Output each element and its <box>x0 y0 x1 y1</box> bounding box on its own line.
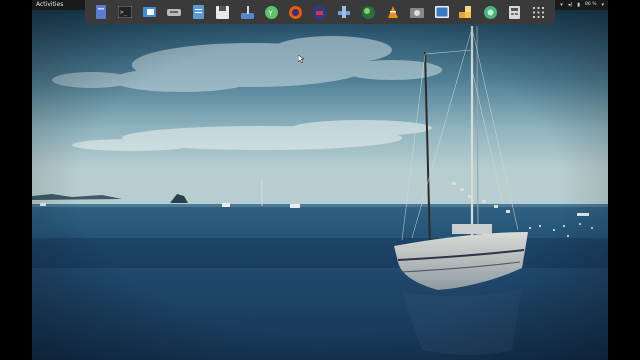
puzzle-icon[interactable] <box>458 5 473 20</box>
globe-browser-icon[interactable] <box>361 5 376 20</box>
firefox-icon[interactable] <box>288 5 303 20</box>
devices-icon[interactable] <box>167 5 182 20</box>
wifi-icon[interactable]: ▾ <box>560 0 563 10</box>
image-viewer-icon[interactable] <box>434 5 449 20</box>
app-grid-icon[interactable] <box>531 5 546 20</box>
svg-text:>_: >_ <box>120 9 128 16</box>
mouse-cursor-icon <box>298 55 304 63</box>
network-tools-icon[interactable] <box>337 5 352 20</box>
letterbox-left <box>0 0 32 360</box>
text-editor-icon[interactable] <box>142 5 157 20</box>
dock: >_ Y <box>85 0 555 24</box>
system-tray[interactable]: ▾ ◂) ▮ 86 % ▾ <box>560 0 608 10</box>
teal-app-icon[interactable] <box>483 5 498 20</box>
letterbox-right <box>608 0 640 360</box>
desktop-wallpaper[interactable] <box>32 10 608 360</box>
calculator-icon[interactable] <box>507 5 522 20</box>
vpn-shield-icon[interactable] <box>312 5 327 20</box>
volume-icon[interactable]: ◂) <box>568 0 572 10</box>
screenshot-icon[interactable] <box>410 5 425 20</box>
green-circle-app-icon[interactable]: Y <box>264 5 279 20</box>
files-blue-icon[interactable] <box>94 5 109 20</box>
svg-text:Y: Y <box>267 9 273 17</box>
activities-button[interactable]: Activities <box>32 0 63 10</box>
vlc-cone-icon[interactable] <box>385 5 400 20</box>
chevron-down-icon[interactable]: ▾ <box>601 0 604 10</box>
battery-percent: 86 % <box>585 2 597 7</box>
battery-icon[interactable]: ▮ <box>577 0 580 10</box>
floppy-save-icon[interactable] <box>215 5 230 20</box>
terminal-icon[interactable]: >_ <box>118 5 133 20</box>
music-icon[interactable] <box>240 5 255 20</box>
document-icon[interactable] <box>191 5 206 20</box>
